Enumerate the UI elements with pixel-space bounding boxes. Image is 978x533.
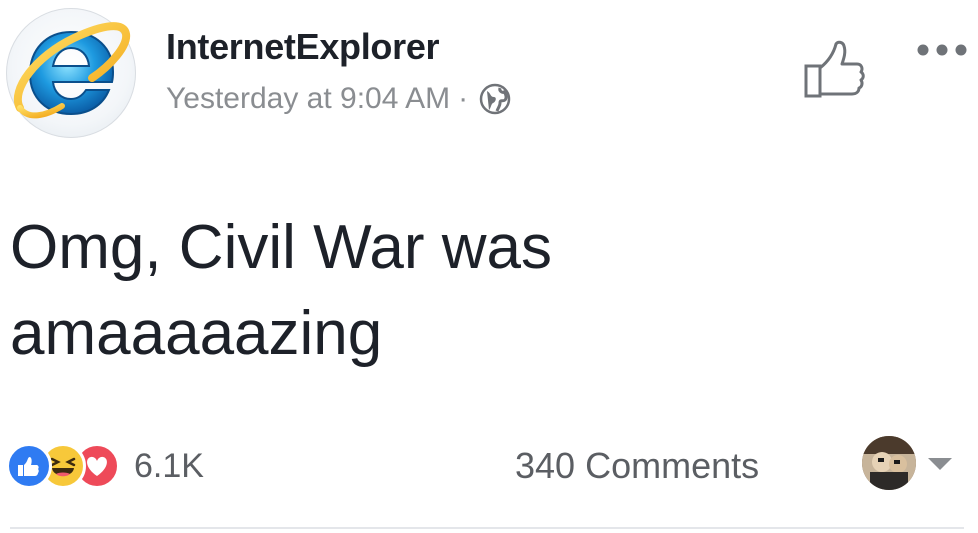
post-text: Omg, Civil War was amaaaaazing bbox=[10, 213, 552, 368]
thumbs-up-outline-icon[interactable] bbox=[800, 36, 872, 104]
post-author-name[interactable]: InternetExplorer bbox=[166, 26, 440, 68]
globe-icon[interactable] bbox=[478, 82, 512, 116]
meta-separator: · bbox=[458, 82, 469, 115]
commenter-avatar[interactable] bbox=[862, 436, 916, 490]
internet-explorer-logo-icon bbox=[13, 22, 131, 119]
more-dots-icon[interactable] bbox=[914, 38, 970, 62]
post-timestamp[interactable]: Yesterday at 9:04 AM bbox=[166, 82, 450, 116]
post-meta: Yesterday at 9:04 AM · bbox=[166, 82, 512, 116]
reaction-count: 6.1K bbox=[134, 446, 204, 485]
chevron-down-icon[interactable] bbox=[928, 458, 952, 470]
comments-count-link[interactable]: 340 Comments bbox=[515, 445, 759, 487]
page-avatar[interactable] bbox=[6, 8, 136, 138]
like-reaction-icon bbox=[6, 443, 52, 489]
reaction-summary[interactable]: 6.1K bbox=[6, 440, 204, 492]
post-divider bbox=[10, 527, 964, 529]
